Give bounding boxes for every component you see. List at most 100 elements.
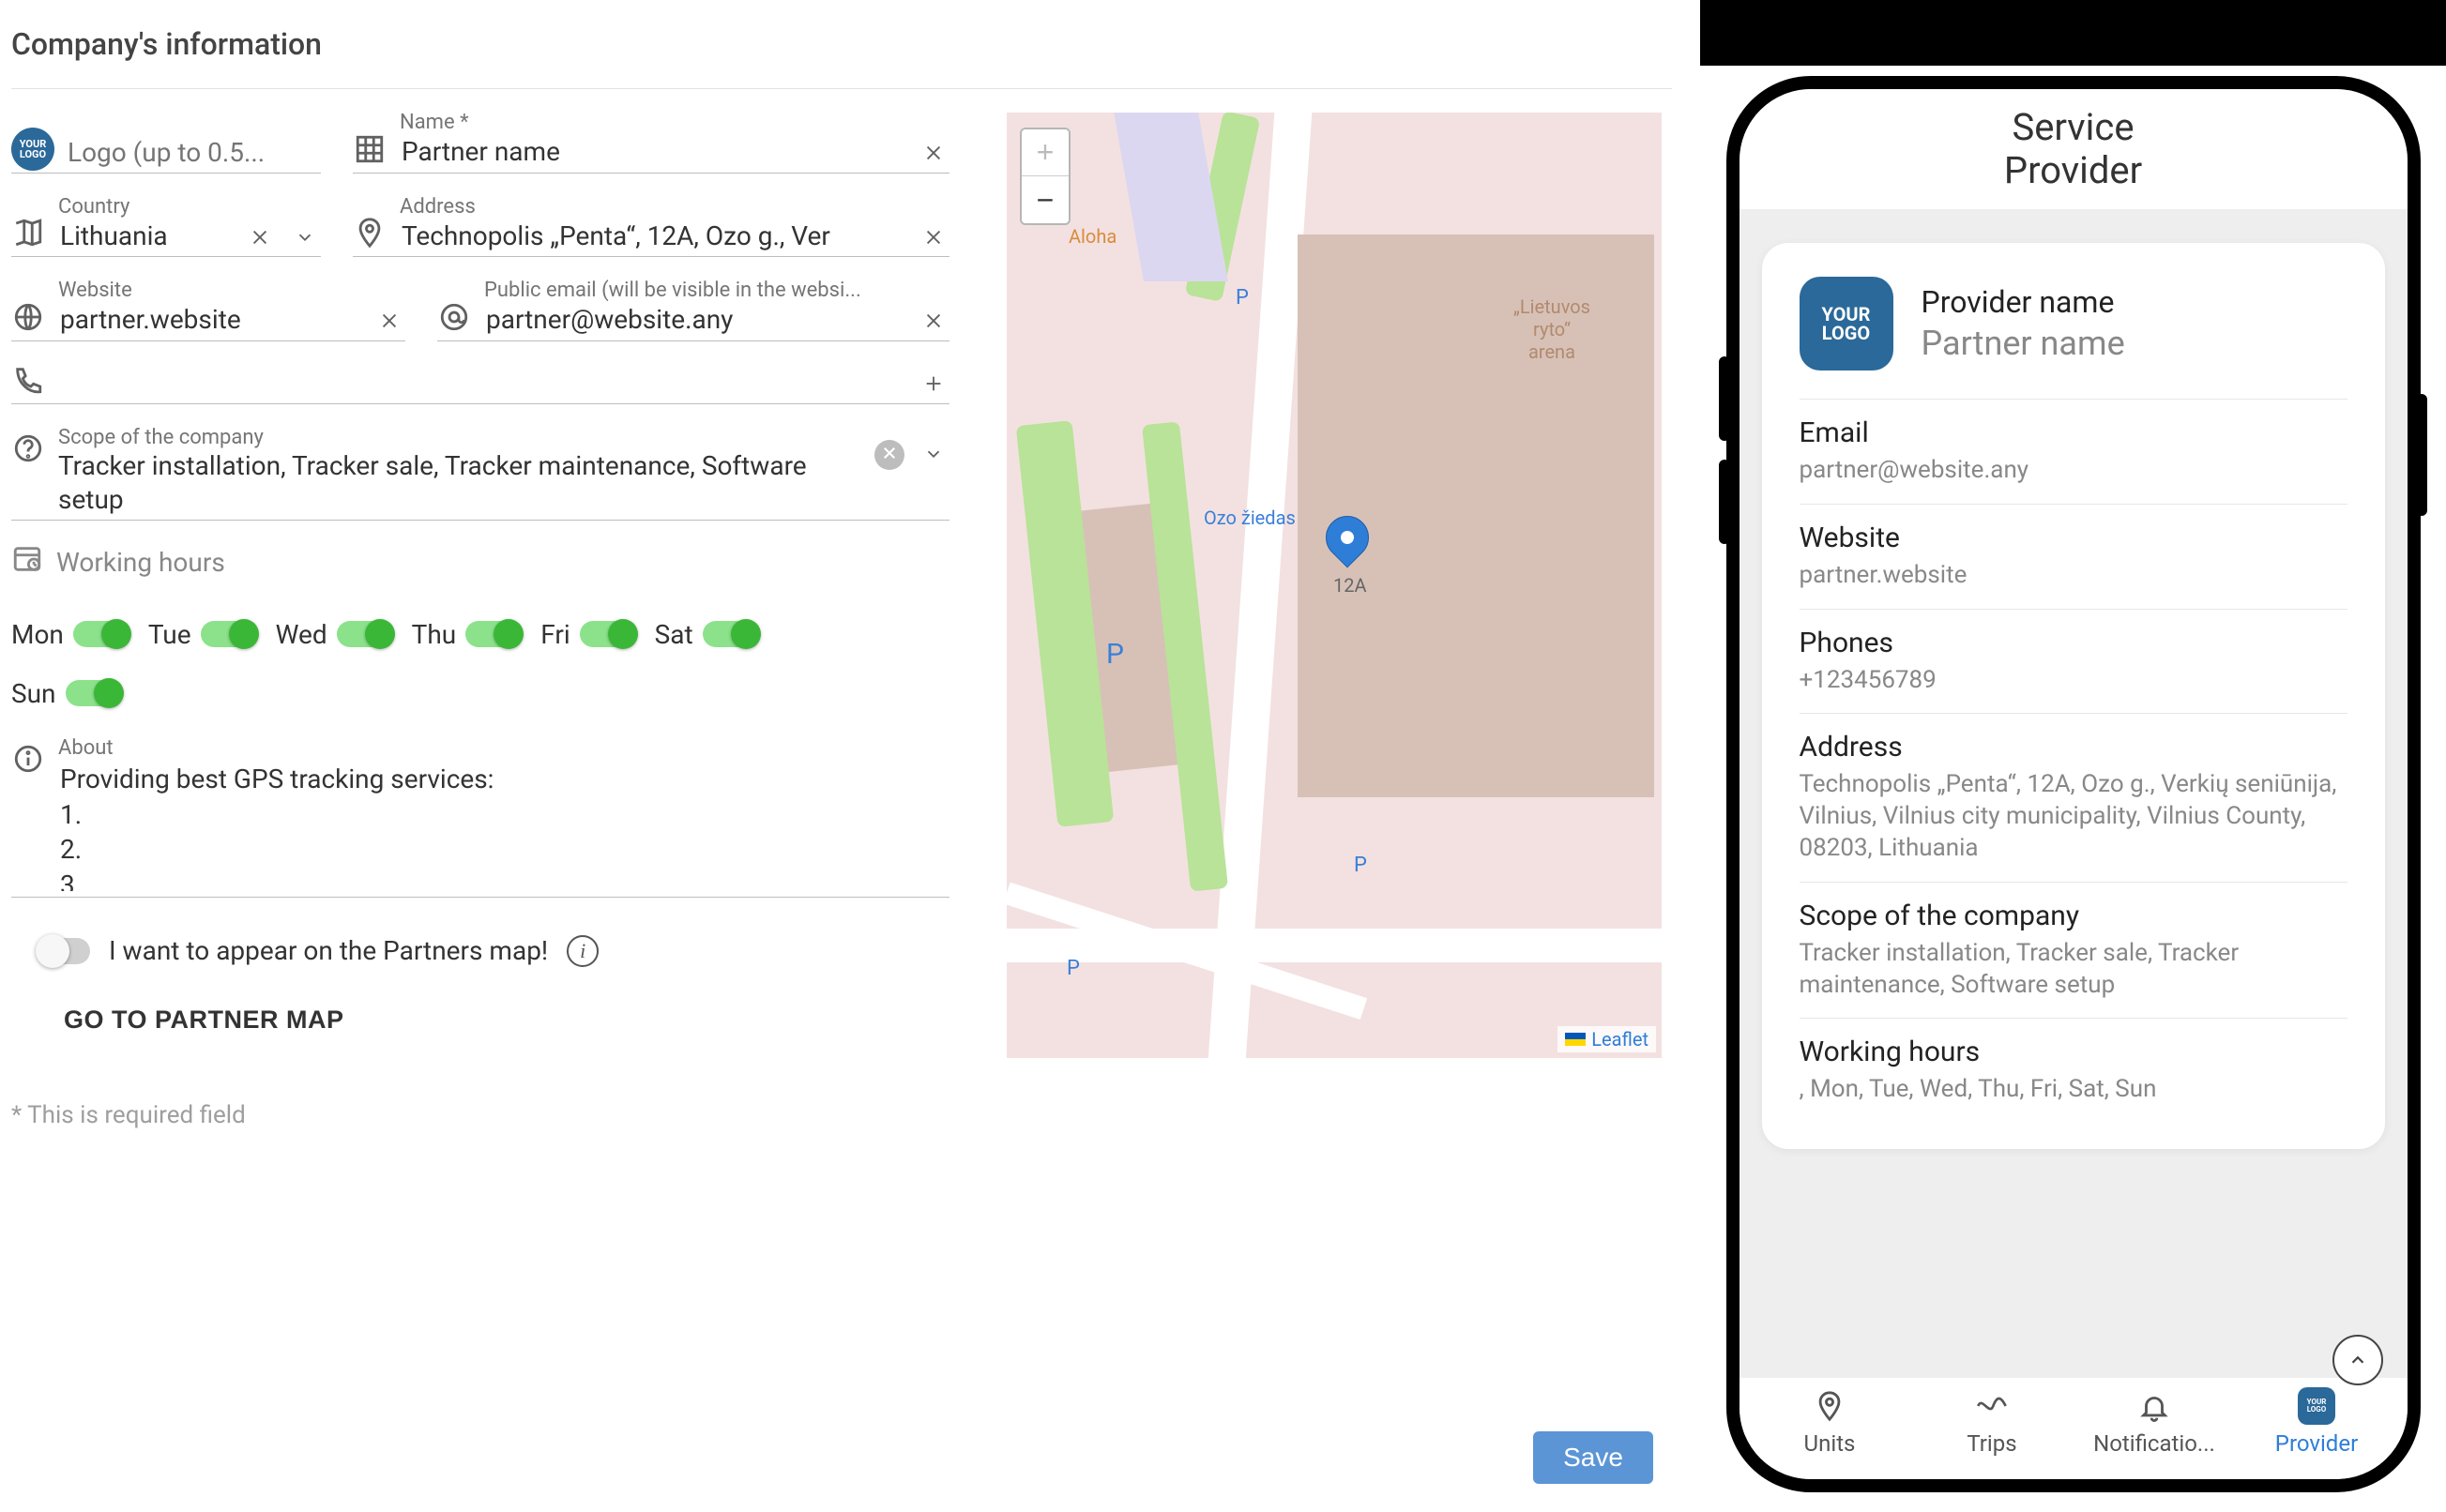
go-to-partner-map-button[interactable]: GO TO PARTNER MAP xyxy=(58,1005,350,1036)
globe-icon xyxy=(11,301,45,339)
provider-name-value: Partner name xyxy=(1922,324,2125,363)
address-field[interactable]: Address xyxy=(353,196,950,258)
day-switch-mon[interactable] xyxy=(73,621,129,647)
phone-screen: Service Provider YOUR LOGO Provider name… xyxy=(1740,89,2408,1479)
day-switch-wed[interactable] xyxy=(337,621,393,647)
help-icon xyxy=(11,427,45,470)
about-field[interactable]: About xyxy=(11,737,950,898)
name-field[interactable]: Name * xyxy=(353,112,950,174)
company-info-pane: Company's information YOUR LOGO Logo (up… xyxy=(0,0,1700,1512)
map-icon xyxy=(11,217,45,254)
at-icon xyxy=(437,301,471,339)
logo-label: Logo (up to 0.5... xyxy=(68,136,321,170)
website-clear-button[interactable] xyxy=(373,307,405,339)
country-clear-button[interactable] xyxy=(244,222,276,254)
phone-preview-pane: Service Provider YOUR LOGO Provider name… xyxy=(1700,0,2446,1512)
working-hours-row: Working hours xyxy=(11,543,950,582)
map-pin-label: 12A xyxy=(1333,574,1367,597)
country-dropdown-button[interactable] xyxy=(289,222,321,254)
website-field[interactable]: Website xyxy=(11,280,405,341)
tab-units[interactable]: Units xyxy=(1769,1387,1891,1457)
country-field[interactable]: Country xyxy=(11,196,321,258)
pin-icon xyxy=(1814,1387,1846,1425)
address-clear-button[interactable] xyxy=(918,222,950,254)
day-label-thu: Thu xyxy=(412,619,457,650)
tab-notifications[interactable]: Notificatio... xyxy=(2093,1387,2215,1457)
page-title: Company's information xyxy=(11,26,1672,89)
scope-clear-button[interactable] xyxy=(874,440,904,470)
website-label: Website xyxy=(58,280,360,302)
map-poi-ozo: Ozo žiedas xyxy=(1204,507,1296,529)
day-label-mon: Mon xyxy=(11,619,64,650)
day-switches: Mon Tue Wed Thu Fri Sat Sun xyxy=(11,619,950,709)
company-logo-chip: YOUR LOGO xyxy=(11,128,54,171)
country-input[interactable] xyxy=(58,219,231,254)
phone-icon xyxy=(11,364,45,401)
name-clear-button[interactable] xyxy=(918,139,950,171)
save-button[interactable]: Save xyxy=(1533,1431,1653,1484)
required-note: * This is required field xyxy=(11,1101,950,1129)
map-column: „Lietuvos ryto“ arena Aloha Ozo žiedas P… xyxy=(1006,112,1663,1129)
public-email-field[interactable]: Public email (will be visible in the web… xyxy=(437,280,950,341)
day-switch-sun[interactable] xyxy=(66,680,122,706)
provider-logo-icon: YOUR LOGO xyxy=(2298,1387,2335,1425)
expand-fab[interactable] xyxy=(2332,1335,2383,1385)
logo-field[interactable]: YOUR LOGO Logo (up to 0.5... xyxy=(11,128,321,174)
map-p3: P xyxy=(1067,957,1080,980)
day-label-fri: Fri xyxy=(540,619,570,650)
public-email-clear-button[interactable] xyxy=(918,307,950,339)
map-zoom-control: + − xyxy=(1020,128,1071,225)
working-hours-label: Working hours xyxy=(56,547,225,578)
map-zoom-in-button[interactable]: + xyxy=(1022,129,1069,176)
day-switch-thu[interactable] xyxy=(465,621,522,647)
map-zoom-out-button[interactable]: − xyxy=(1022,176,1069,223)
about-textarea[interactable] xyxy=(58,760,950,891)
appear-info-icon[interactable]: i xyxy=(567,935,599,967)
phone-content: YOUR LOGO Provider name Partner name Ema… xyxy=(1740,209,2408,1377)
address-label: Address xyxy=(400,196,904,219)
day-switch-tue[interactable] xyxy=(201,621,257,647)
map-attribution[interactable]: Leaflet xyxy=(1557,1026,1656,1052)
scope-dropdown-button[interactable] xyxy=(918,440,950,472)
about-label: About xyxy=(58,737,950,760)
name-input[interactable] xyxy=(400,134,904,170)
provider-logo: YOUR LOGO xyxy=(1800,277,1893,370)
day-switch-fri[interactable] xyxy=(580,621,636,647)
building-icon xyxy=(353,133,387,171)
phones-field[interactable] xyxy=(11,364,950,404)
map-poi-arena: „Lietuvos ryto“ arena xyxy=(1513,295,1590,363)
provider-card: YOUR LOGO Provider name Partner name Ema… xyxy=(1762,243,2385,1149)
phones-input[interactable] xyxy=(58,365,904,401)
country-label: Country xyxy=(58,196,231,219)
address-input[interactable] xyxy=(400,219,904,254)
name-label: Name * xyxy=(400,112,904,134)
provider-name-label: Provider name xyxy=(1922,284,2125,320)
bell-icon xyxy=(2138,1387,2170,1425)
day-label-sat: Sat xyxy=(655,619,693,650)
appear-switch[interactable] xyxy=(38,938,90,964)
info-icon xyxy=(11,737,45,780)
tab-provider[interactable]: YOUR LOGO Provider xyxy=(2256,1387,2378,1457)
appear-on-map-row: I want to appear on the Partners map! i xyxy=(38,935,950,967)
ukraine-flag-icon xyxy=(1565,1033,1586,1046)
pin-icon xyxy=(353,217,387,254)
scope-value: Tracker installation, Tracker sale, Trac… xyxy=(58,449,861,518)
phone-mockup: Service Provider YOUR LOGO Provider name… xyxy=(1726,76,2421,1492)
card-item-scope: Scope of the company Tracker installatio… xyxy=(1800,882,2347,1019)
website-input[interactable] xyxy=(58,302,360,338)
card-item-working-hours: Working hours , Mon, Tue, Wed, Thu, Fri,… xyxy=(1800,1018,2347,1123)
card-item-email: Email partner@website.any xyxy=(1800,399,2347,504)
public-email-label: Public email (will be visible in the web… xyxy=(484,280,904,302)
scope-label: Scope of the company xyxy=(58,427,861,449)
day-switch-sat[interactable] xyxy=(703,621,759,647)
map[interactable]: „Lietuvos ryto“ arena Aloha Ozo žiedas P… xyxy=(1006,112,1663,1059)
phones-add-button[interactable] xyxy=(918,370,950,401)
card-item-address: Address Technopolis „Penta“, 12A, Ozo g.… xyxy=(1800,713,2347,881)
map-p1: P xyxy=(1106,638,1124,671)
phone-tabbar: Units Trips Notificatio... YOUR LOGO xyxy=(1740,1377,2408,1479)
map-poi-aloha: Aloha xyxy=(1069,225,1117,248)
tab-trips[interactable]: Trips xyxy=(1931,1387,2053,1457)
scope-field[interactable]: Scope of the company Tracker installatio… xyxy=(11,427,950,521)
appear-label: I want to appear on the Partners map! xyxy=(109,935,548,966)
public-email-input[interactable] xyxy=(484,302,904,338)
